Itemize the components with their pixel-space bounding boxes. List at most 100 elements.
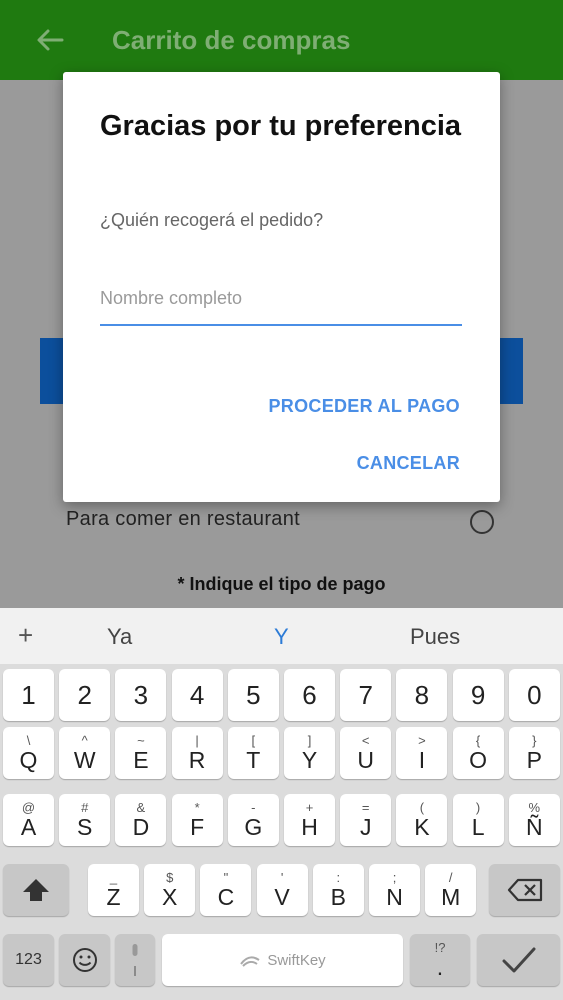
key-num-5-label: 6 xyxy=(302,680,317,710)
key-row3-2[interactable]: " C xyxy=(200,864,252,916)
key-row2-2-label: D xyxy=(132,813,150,840)
key-row3-6-alt-label: / xyxy=(448,869,453,885)
dialog-title: Gracias por tu preferencia xyxy=(100,110,462,142)
key-row3-3-alt-label: ' xyxy=(280,869,284,885)
key-row3-5[interactable]: ; N xyxy=(369,864,420,916)
key-num-8-label: 9 xyxy=(470,680,486,710)
key-num-7[interactable]: 8 xyxy=(396,669,448,721)
key-row1-6[interactable]: < U xyxy=(340,727,392,779)
key-row1-4[interactable]: [T xyxy=(227,727,279,779)
key-num-6[interactable]: 7 xyxy=(340,669,392,721)
key-row1-4-label: T xyxy=(246,746,261,773)
key-row3-1[interactable]: $ X xyxy=(144,864,196,916)
key-row2-8[interactable]: ) L xyxy=(452,794,504,846)
page-title: Carrito de compras xyxy=(112,24,351,55)
key-row2-7-alt-label: ( xyxy=(419,799,425,815)
full-name-input[interactable] xyxy=(100,272,462,326)
key-row1-2[interactable]: ~ E xyxy=(115,727,167,779)
key-row2-3[interactable]: * F xyxy=(171,794,223,846)
key-row2-5[interactable]: + H xyxy=(284,794,335,846)
key-row2-3-label: F xyxy=(190,813,205,840)
key-row3-4-alt-label: : xyxy=(336,869,341,885)
key-row1-0-alt-label: \ xyxy=(26,732,31,748)
key-num-2-label: 3 xyxy=(133,680,149,710)
key-row1-7-label: I xyxy=(418,746,426,773)
suggestion-1[interactable]: Ya xyxy=(107,624,132,650)
pickup-dialog: Gracias por tu preferencia ¿Quién recoge… xyxy=(63,72,500,502)
key-row3-0-label: Z xyxy=(106,883,121,910)
space-key[interactable]: SwiftKey xyxy=(162,934,403,986)
suggestion-2[interactable]: Y xyxy=(274,624,289,650)
key-row2-6-label: J xyxy=(359,813,372,840)
swiftkey-logo-icon: SwiftKey xyxy=(239,952,326,969)
key-row3-5-label: N xyxy=(386,883,403,910)
key-row2-8-label: L xyxy=(471,813,485,840)
key-num-9[interactable]: 0 xyxy=(508,669,560,721)
key-row1-5[interactable]: ] Y xyxy=(284,727,335,779)
key-row2-7[interactable]: (K xyxy=(396,794,448,846)
key-num-1[interactable]: 2 xyxy=(59,669,111,721)
cancel-button[interactable]: CANCELAR xyxy=(357,453,460,474)
suggestion-bar: + Ya Y Pues xyxy=(0,608,563,664)
key-row3-4[interactable]: :B xyxy=(312,864,364,916)
emoji-key[interactable] xyxy=(59,934,110,986)
key-row2-2-alt-label: & xyxy=(136,799,146,815)
soft-keyboard: + Ya Y Pues 1 2 3 4 5 6 7 8 9 0 \ Q ^ W ~ E | R[T] Y < U > I{O… xyxy=(0,608,563,1000)
key-row2-2[interactable]: & D xyxy=(115,794,167,846)
key-num-6-label: 7 xyxy=(358,680,373,710)
key-row1-6-label: U xyxy=(357,746,374,773)
key-num-7-label: 8 xyxy=(414,680,430,710)
key-row2-3-alt-label: * xyxy=(194,799,200,815)
key-row2-0[interactable]: @ A xyxy=(3,794,54,846)
key-row1-5-alt-label: ] xyxy=(307,732,312,748)
key-row1-1[interactable]: ^ W xyxy=(59,727,111,779)
numbers-key-label: 123 xyxy=(15,951,42,968)
key-row2-1-alt-label: # xyxy=(81,799,89,815)
key-row1-7[interactable]: > I xyxy=(396,727,448,779)
key-row1-4-alt-label: [ xyxy=(251,732,256,748)
numbers-key[interactable]: 123 xyxy=(3,934,54,986)
key-row1-5-label: Y xyxy=(301,746,318,773)
key-row2-1-label: S xyxy=(77,813,93,840)
key-row1-2-alt-label: ~ xyxy=(137,732,145,748)
key-row1-9[interactable]: } P xyxy=(508,727,560,779)
key-row2-6[interactable]: = J xyxy=(340,794,392,846)
suggestion-3[interactable]: Pues xyxy=(410,624,460,650)
key-row3-0-alt-label: _ xyxy=(109,869,118,885)
key-num-8[interactable]: 9 xyxy=(452,669,504,721)
key-num-4[interactable]: 5 xyxy=(227,669,279,721)
key-row3-1-alt-label: $ xyxy=(166,869,174,885)
proceed-to-payment-button[interactable]: PROCEDER AL PAGO xyxy=(269,396,461,417)
backspace-key[interactable] xyxy=(489,864,560,916)
key-num-1-label: 2 xyxy=(77,680,92,710)
key-row1-3[interactable]: | R xyxy=(171,727,223,779)
key-num-2[interactable]: 3 xyxy=(115,669,167,721)
arrow-left-icon[interactable] xyxy=(30,20,70,60)
key-row1-8[interactable]: {O xyxy=(452,727,504,779)
key-row3-1-label: X xyxy=(162,883,178,910)
key-row1-1-alt-label: ^ xyxy=(81,732,88,748)
app-bar: Carrito de compras xyxy=(0,0,563,80)
key-row2-9[interactable]: % Ñ xyxy=(508,794,560,846)
key-num-0[interactable]: 1 xyxy=(3,669,54,721)
period-key[interactable]: !?. xyxy=(410,934,470,986)
key-row1-0-label: Q xyxy=(19,746,38,773)
key-row2-1[interactable]: # S xyxy=(59,794,111,846)
period-key-alt-label: !? xyxy=(434,939,446,955)
enter-key[interactable] xyxy=(477,934,560,986)
microphone-key[interactable] xyxy=(115,934,155,986)
key-row3-3[interactable]: ' V xyxy=(256,864,308,916)
key-num-5[interactable]: 6 xyxy=(284,669,335,721)
key-row2-5-alt-label: + xyxy=(305,799,314,815)
key-row2-4-alt-label: - xyxy=(251,799,256,815)
key-num-3[interactable]: 4 xyxy=(171,669,223,721)
shift-key[interactable] xyxy=(3,864,69,916)
key-row3-2-label: C xyxy=(217,883,235,910)
key-row3-0[interactable]: _ Z xyxy=(88,864,139,916)
key-row3-6[interactable]: / M xyxy=(425,864,477,916)
dine-option-radio[interactable] xyxy=(470,510,494,534)
key-row1-0[interactable]: \ Q xyxy=(3,727,54,779)
plus-icon[interactable]: + xyxy=(18,620,33,651)
key-row2-4[interactable]: -G xyxy=(227,794,279,846)
key-row2-4-label: G xyxy=(244,813,263,840)
